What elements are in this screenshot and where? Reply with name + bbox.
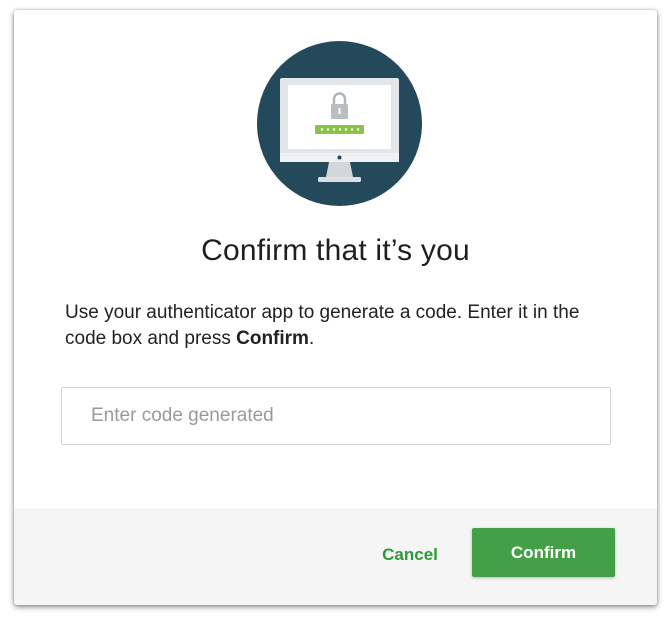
confirm-identity-dialog: Confirm that it’s you Use your authentic… <box>14 10 657 605</box>
cancel-button[interactable]: Cancel <box>369 540 451 570</box>
dialog-title: Confirm that it’s you <box>201 234 470 267</box>
instructions-end: . <box>308 328 315 349</box>
instructions-text: Use your authenticator app to generate a… <box>65 300 625 352</box>
instructions-emphasis: Confirm <box>236 328 309 349</box>
dialog-footer: Cancel Confirm <box>14 509 657 605</box>
confirm-button[interactable]: Confirm <box>472 528 615 577</box>
code-input[interactable] <box>61 387 611 445</box>
instructions-body: Use your authenticator app to generate a… <box>65 302 580 349</box>
monitor-lock-icon <box>257 41 422 206</box>
